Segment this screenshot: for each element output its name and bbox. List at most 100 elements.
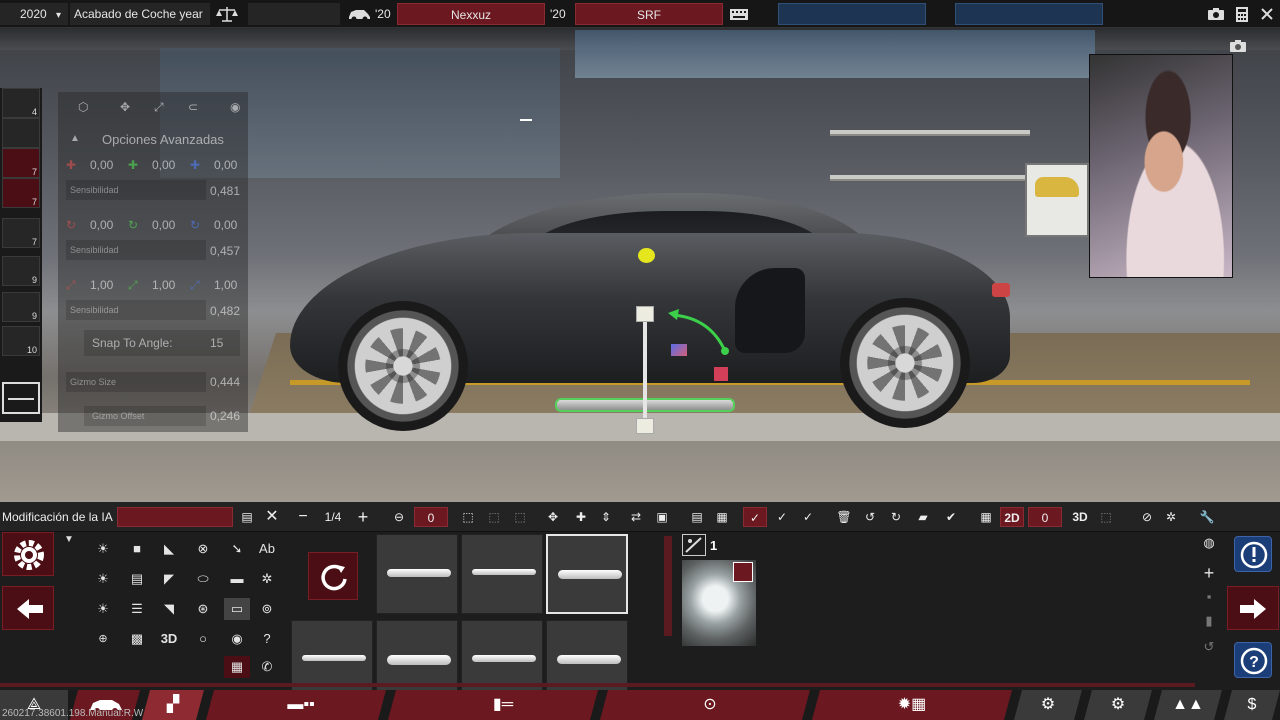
part-thumbnail-2[interactable] [461,534,543,614]
mesh-icon[interactable]: ▩ [124,628,150,650]
part-thumbnail-5[interactable] [376,620,458,700]
part-item-6[interactable]: 9 [2,256,40,286]
reset-button[interactable] [308,552,358,600]
clipboard-icon[interactable]: ▤ [686,507,708,527]
plate-icon[interactable]: ▬ [224,568,250,590]
paint-icon[interactable]: ◍ [1196,532,1222,554]
align-icon[interactable]: ⇕ [596,507,616,527]
trash-icon[interactable]: 🗑 [834,507,854,527]
rot-z[interactable]: 0,00 [214,218,237,232]
logo-icon[interactable]: ◉ [224,628,250,650]
part-item-2[interactable] [2,118,40,148]
keyboard-icon[interactable] [727,3,751,25]
rot-y[interactable]: 0,00 [152,218,175,232]
blue-field-2[interactable] [955,3,1103,25]
thumbnail-scrollbar[interactable] [664,536,672,636]
help-button[interactable]: ? [1234,642,1272,678]
pos-z[interactable]: 0,00 [214,158,237,172]
car-icon[interactable] [346,3,372,25]
paste-icon[interactable]: ▦ [712,507,732,527]
oval-icon[interactable]: ⬭ [190,568,216,590]
light-icon-3[interactable]: ☀ [90,598,116,620]
pos-x[interactable]: 0,00 [90,158,113,172]
tab-fixtures[interactable]: ▞ [142,690,204,720]
grille-icon[interactable]: ☰ [124,598,150,620]
save-icon[interactable]: ▪ [1196,586,1222,608]
pos-y[interactable]: 0,00 [152,158,175,172]
part-item-3[interactable]: 7 [2,148,40,178]
tab-drivetrain[interactable]: ⚙ [1014,690,1082,720]
add-icon[interactable]: + [1196,562,1222,584]
shape-corner-icon[interactable]: ◣ [156,538,182,560]
gizmo-x-handle[interactable] [714,367,728,381]
tab-engine[interactable]: ▮═ [388,690,598,720]
wing-icon[interactable]: ◥ [156,598,182,620]
rot-x[interactable]: 0,00 [90,218,113,232]
material-icon[interactable] [682,534,706,556]
mode-2d-button[interactable]: 2D [1000,507,1024,527]
light-icon[interactable]: ☀ [90,538,116,560]
panel-icon[interactable]: ▤ [124,568,150,590]
warning-button[interactable] [1234,536,1272,572]
part-item-selected[interactable] [2,382,40,414]
select-multi-icon[interactable]: ✓ [771,507,793,527]
undo-icon[interactable]: ↺ [860,507,880,527]
light-icon-2[interactable]: ☀ [90,568,116,590]
scale-arrows-icon[interactable]: ⤢ [154,100,164,115]
text-tool[interactable]: Ab [254,538,280,560]
close-icon[interactable] [1256,3,1278,25]
part-item-4[interactable]: 7 [2,178,40,208]
tab-axles[interactable]: ⚙ [1084,690,1152,720]
gizmo-rotation-arc[interactable] [665,303,735,358]
screenshot-camera-icon[interactable] [1229,38,1247,59]
trim-name-field[interactable]: Acabado de Coche year [70,3,210,25]
side-skirt-icon[interactable]: ▭ [224,598,250,620]
part-thumbnail-7[interactable] [546,620,628,700]
year-selector[interactable]: 2020 ▾ [0,3,68,25]
delete-x-icon[interactable]: ✕ [262,507,282,527]
mode-name-field[interactable] [117,507,233,527]
view-value-field[interactable]: 0 [1028,507,1062,527]
collapse-icon[interactable]: ▲ [70,133,80,144]
magnet-icon[interactable]: ⊂ [188,100,198,114]
lock-icon[interactable]: ▰ [912,507,934,527]
flag-icon[interactable]: ◤ [156,568,182,590]
scale-icon[interactable] [212,3,242,25]
wrench-icon[interactable]: 🔧 [1196,507,1218,527]
transform-z-icon[interactable]: ⬚ [508,507,532,527]
exhaust-icon[interactable]: ⊚ [254,598,280,620]
gizmo-y-handle-bottom[interactable] [636,418,654,434]
add-material-icon[interactable] [733,562,753,582]
camera-icon[interactable] [1205,3,1227,25]
keypad-icon[interactable]: ▦ [224,656,250,678]
mirror-icon[interactable]: ⇄ [624,507,648,527]
part-item-1[interactable]: 4 [2,88,40,118]
copy-icon[interactable]: ▣ [652,507,672,527]
part-item-8[interactable]: 10 [2,326,40,356]
snap-to-angle-field[interactable]: Snap To Angle: 15 [84,330,240,356]
blade-icon[interactable]: ➘ [224,538,250,560]
calculator-icon[interactable] [1231,3,1253,25]
part-item-5[interactable]: 7 [2,218,40,248]
scl-z[interactable]: 1,00 [214,278,237,292]
fog-light-icon[interactable]: ⊕ [90,628,116,650]
confirm-icon[interactable]: ✔ [940,507,962,527]
tab-suspension[interactable]: ✹▦ [812,690,1012,720]
rim-icon[interactable]: ✲ [254,568,280,590]
back-button[interactable] [2,586,54,630]
rotation-value-field[interactable]: 0 [414,507,448,527]
move-icon[interactable]: ✥ [120,100,130,114]
part-thumbnail-3-selected[interactable] [546,534,628,614]
undo-icon-2[interactable]: ↺ [1196,636,1222,658]
measure-icon[interactable]: ⬚ [1096,507,1116,527]
tab-market[interactable]: ▲▲ [1154,690,1222,720]
wheel-icon[interactable]: ✲ [1160,507,1182,527]
phone-icon[interactable]: ✆ [254,656,280,678]
part-thumbnail-6[interactable] [461,620,543,700]
trash-icon-2[interactable]: ▮ [1196,610,1222,632]
mode-3d-button[interactable]: 3D [1068,507,1092,527]
tab-finance[interactable]: $ [1224,690,1280,720]
select-all-icon[interactable]: ✓ [797,507,819,527]
eye-icon[interactable]: ◉ [230,100,240,114]
transform-x-icon[interactable]: ⬚ [456,507,480,527]
